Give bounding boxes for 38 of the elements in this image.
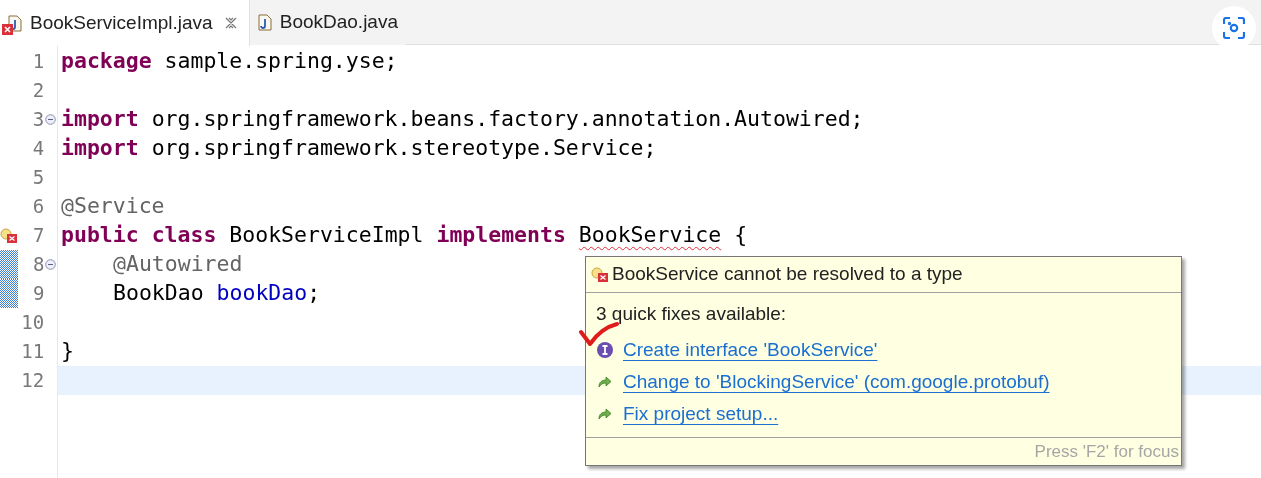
change-icon	[598, 376, 612, 388]
line-number: 12	[20, 368, 45, 394]
check-mark-icon	[579, 322, 619, 348]
change-icon	[598, 408, 612, 420]
code-line: import org.springframework.beans.factory.annotation.Autowired;	[61, 105, 864, 134]
quick-fix-link[interactable]: Fix project setup...	[623, 399, 779, 429]
quick-fix-link[interactable]: Create interface 'BookService'	[623, 335, 878, 365]
code-line: BookDao bookDao;	[113, 279, 321, 308]
quick-fix-error-icon	[591, 266, 609, 283]
interface-icon	[596, 341, 614, 359]
line-number: 1	[31, 49, 45, 75]
close-icon[interactable]	[224, 17, 237, 29]
camera-icon	[1223, 17, 1245, 39]
line-number: 9	[31, 281, 45, 307]
fixes-heading: 3 quick fixes available:	[596, 302, 788, 326]
code-line: import org.springframework.stereotype.Service;	[61, 134, 657, 163]
line-number: 8	[31, 252, 45, 278]
line-number: 5	[31, 165, 45, 191]
line-number: 6	[31, 194, 45, 220]
code-line: public class BookServiceImpl implements BookService {	[61, 221, 748, 250]
collapse-icon[interactable]	[45, 259, 57, 270]
code-line: package sample.spring.yse;	[61, 47, 398, 76]
line-number: 11	[20, 339, 45, 365]
popup-footer-hint: Press 'F2' for focus	[1034, 440, 1179, 463]
line-number: 2	[31, 78, 45, 104]
code-line: @Service	[61, 192, 165, 221]
line-number: 7	[31, 223, 45, 249]
code-line: @Autowired	[113, 250, 243, 279]
quick-fix-error-icon[interactable]	[0, 227, 18, 244]
code-line: }	[61, 337, 74, 366]
line-number: 10	[20, 310, 45, 336]
problem-message: BookService cannot be resolved to a type	[612, 262, 963, 287]
collapse-icon[interactable]	[45, 114, 57, 125]
line-number: 3	[31, 107, 45, 133]
java-file-icon	[257, 14, 272, 31]
editor-tab[interactable]: BookServiceImpl.java	[0, 0, 250, 46]
quick-fix-link[interactable]: Change to 'BlockingService' (com.google.protobuf)	[623, 367, 1050, 397]
line-number: 4	[31, 136, 45, 162]
